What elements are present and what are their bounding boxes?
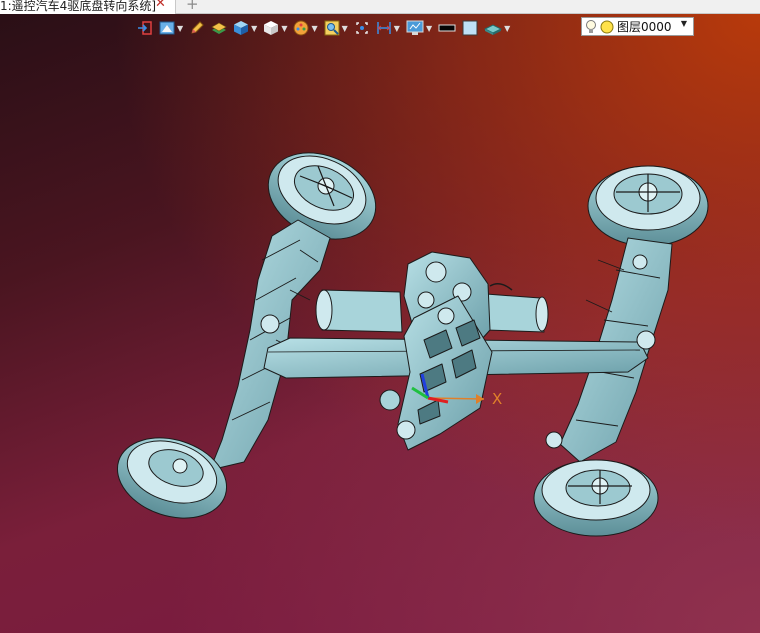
exit-button[interactable] [137,18,153,38]
wireframe-cube-icon [264,21,279,35]
document-tab-bar: 1:遥控汽车4驱底盘转向系统] ✕ + [0,0,760,14]
color-wheel-icon [293,20,309,36]
chevron-down-icon: ▼ [393,23,400,33]
fit-view-icon [356,22,368,34]
fill-color-swatch-icon [462,20,478,36]
chevron-down-icon: ▼ [504,23,511,33]
fill-color-button[interactable] [462,18,478,38]
layer-stack-icon [211,22,227,34]
chevron-down-icon: ▼ [281,23,288,33]
chevron-down-icon: ▼ [341,23,348,33]
dimension-button[interactable]: ▼ [376,18,400,38]
view-toolbar: ▼ ▼ ▼ ▼ ▼ ▼ ▼ ▼ [137,17,516,39]
plane-icon [484,24,503,35]
right-rear-wheel[interactable] [587,165,709,247]
monitor-button[interactable]: ▼ [406,18,432,38]
pencil-button[interactable] [189,18,205,38]
new-tab-icon[interactable]: + [186,0,199,13]
shaded-cube-button[interactable]: ▼ [233,18,257,38]
left-front-wheel[interactable] [107,425,237,532]
dimension-icon [377,22,391,34]
render-mode-button[interactable]: ▼ [159,18,183,38]
chevron-down-icon: ▼ [251,23,258,33]
document-tab[interactable]: 1:遥控汽车4驱底盘转向系统] ✕ [0,0,176,14]
chevron-down-icon: ▼ [425,23,433,33]
document-tab-title: 1:遥控汽车4驱底盘转向系统] [0,0,156,13]
chassis-model[interactable]: X [0,13,760,633]
axis-x-label: X [492,390,502,408]
plane-button[interactable]: ▼ [484,18,510,38]
color-wheel-button[interactable]: ▼ [293,18,318,38]
render-mode-icon [159,21,175,35]
exit-icon [138,21,152,35]
layer-stack-button[interactable] [211,18,227,38]
right-front-wheel[interactable] [533,459,659,537]
zoom-view-icon [324,20,340,36]
close-icon[interactable]: ✕ [155,0,166,11]
line-color-swatch-icon [438,24,456,32]
3d-viewport[interactable]: ▼ ▼ ▼ ▼ ▼ ▼ ▼ ▼ 图层0000 ▼ X [0,13,760,633]
shaded-cube-icon [234,21,249,35]
chevron-down-icon: ▼ [311,23,318,33]
lightbulb-icon [586,19,596,33]
pencil-icon [191,21,204,34]
chevron-down-icon: ▼ [680,19,687,28]
layer-selector[interactable]: 图层0000 ▼ [581,17,694,36]
monitor-icon [406,20,424,35]
layer-color-dot-icon [600,20,614,33]
layer-name: 图层0000 [617,20,672,34]
zoom-view-button[interactable]: ▼ [324,18,348,38]
wireframe-cube-button[interactable]: ▼ [263,18,287,38]
chevron-down-icon: ▼ [177,23,184,33]
fit-view-button[interactable] [354,18,370,38]
line-color-button[interactable] [438,18,456,38]
